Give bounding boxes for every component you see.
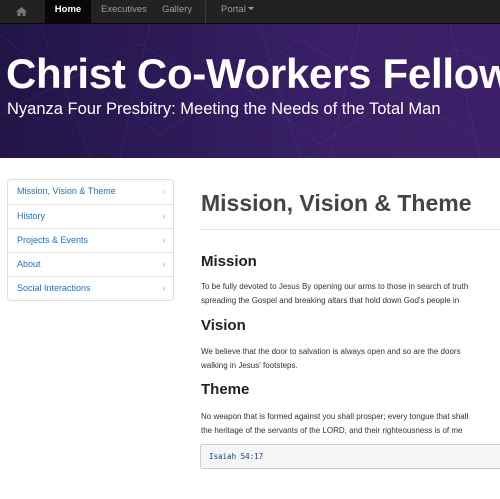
vision-line: We believe that the door to salvation is… bbox=[201, 347, 461, 356]
chevron-right-icon: › bbox=[161, 210, 166, 223]
mission-text: To be fully devoted to Jesus By opening … bbox=[201, 280, 500, 307]
sidebar-item-mission-vision-theme[interactable]: Mission, Vision & Theme › bbox=[8, 180, 173, 204]
title-divider bbox=[201, 229, 500, 230]
theme-text: No weapon that is formed against you sha… bbox=[201, 410, 500, 437]
home-icon[interactable] bbox=[0, 0, 45, 24]
chevron-right-icon: › bbox=[161, 234, 166, 247]
mission-line: spreading the Gospel and breaking altars… bbox=[201, 295, 460, 305]
chevron-right-icon: › bbox=[161, 282, 166, 295]
theme-line: No weapon that is formed against you sha… bbox=[201, 412, 469, 421]
mission-line: To be fully devoted to Jesus By opening … bbox=[201, 282, 469, 291]
site-title: Christ Co-Workers Fellowship bbox=[6, 50, 500, 97]
mission-heading: Mission bbox=[201, 253, 257, 270]
sidebar-item-label: Social Interactions bbox=[17, 283, 91, 293]
scripture-reference-block: Isaiah 54:17 bbox=[200, 444, 500, 469]
sidebar-item-label: Projects & Events bbox=[17, 235, 89, 245]
sidebar-nav: Mission, Vision & Theme › History › Proj… bbox=[7, 179, 174, 301]
chevron-right-icon: › bbox=[161, 258, 166, 271]
top-navbar: Home Executives Gallery Portal bbox=[0, 0, 500, 24]
caret-down-icon bbox=[247, 6, 254, 10]
scripture-reference: Isaiah 54:17 bbox=[209, 452, 264, 461]
vision-line: walking in Jesus' footsteps. bbox=[201, 360, 298, 370]
sidebar-item-projects-events[interactable]: Projects & Events › bbox=[8, 228, 173, 252]
vision-text: We believe that the door to salvation is… bbox=[201, 345, 500, 372]
chevron-right-icon: › bbox=[161, 185, 166, 198]
theme-line: the heritage of the servants of the LORD… bbox=[201, 425, 463, 435]
sidebar-item-about[interactable]: About › bbox=[8, 252, 173, 276]
vision-heading: Vision bbox=[201, 317, 246, 334]
nav-divider bbox=[205, 0, 206, 24]
site-subtitle: Nyanza Four Presbitry: Meeting the Needs… bbox=[7, 100, 441, 118]
nav-home[interactable]: Home bbox=[45, 0, 91, 24]
sidebar-item-social-interactions[interactable]: Social Interactions › bbox=[8, 276, 173, 300]
nav-portal-dropdown[interactable]: Portal bbox=[221, 0, 254, 24]
sidebar-item-label: History bbox=[17, 211, 46, 221]
page-title: Mission, Vision & Theme bbox=[201, 190, 472, 216]
nav-gallery[interactable]: Gallery bbox=[162, 0, 192, 24]
sidebar-item-label: About bbox=[17, 259, 41, 269]
sidebar-item-label: Mission, Vision & Theme bbox=[17, 186, 116, 196]
sidebar-item-history[interactable]: History › bbox=[8, 204, 173, 228]
hero-banner: Christ Co-Workers Fellowship Nyanza Four… bbox=[0, 24, 500, 158]
theme-heading: Theme bbox=[201, 381, 250, 398]
nav-executives[interactable]: Executives bbox=[101, 0, 147, 24]
